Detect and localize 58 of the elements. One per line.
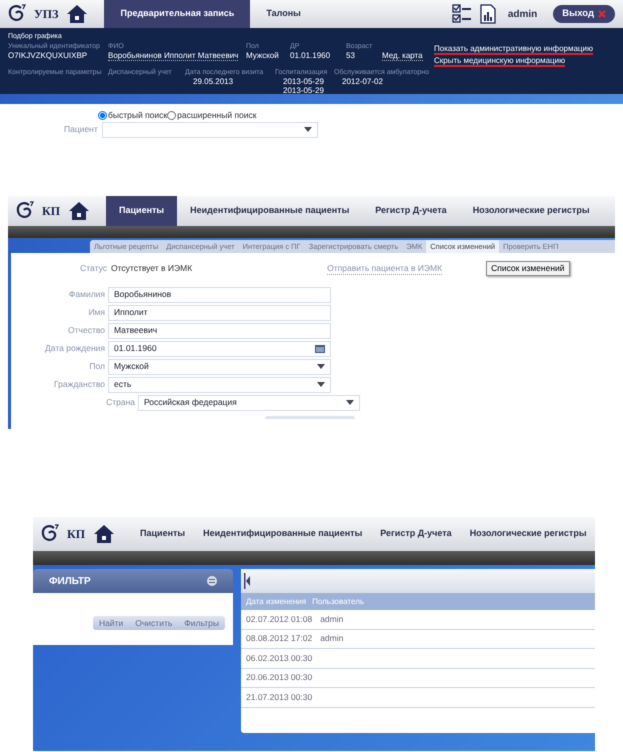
field-value: O7IKJVZKQUXUIXBP [8, 51, 88, 60]
logo-text: КП [67, 526, 86, 543]
nav-tab[interactable]: Нозологические регистры [460, 196, 603, 226]
nav-tab[interactable]: Неидентифицированные пациенты [177, 196, 362, 226]
field-label: Дата рождения [44, 342, 105, 356]
nav-tab[interactable]: Талоны [250, 0, 317, 28]
input-field[interactable]: Воробьянинов [108, 286, 331, 303]
field-value: 2012-07-02 [341, 77, 384, 86]
date-field[interactable]: 01.01.1960 [108, 340, 331, 357]
table-cell: 21.07.2013 00:30 [246, 690, 312, 704]
user-name: admin [508, 8, 538, 22]
nav-tab[interactable]: Нозологические регистры [460, 517, 596, 551]
table-cell: 08.08.2012 17:02 [246, 632, 312, 646]
field-label: Статус [79, 262, 107, 275]
field-label: Страна [105, 396, 135, 410]
field-label: Имя [87, 306, 105, 320]
info-link[interactable]: Мед. карта [382, 51, 423, 61]
table-cell: 06.02.2013 00:30 [246, 652, 312, 665]
nav-tab[interactable]: Регистр Д-учета [371, 517, 461, 551]
info-link[interactable]: Скрыть медицинскую информацию [434, 55, 566, 67]
field-label: Пол [88, 360, 105, 374]
table-cell: 20.06.2013 00:30 [246, 671, 312, 684]
radio-label[interactable]: быстрый поиск [108, 109, 168, 122]
nav-tab[interactable]: Неидентифицированные пациенты [194, 517, 372, 551]
select-field[interactable]: Российская федерация [138, 394, 360, 411]
nav-tab[interactable]: Пациенты [131, 517, 194, 551]
panel-title: ФИЛЬТР [49, 574, 91, 588]
table-cell: admin [320, 632, 344, 646]
nav-tab[interactable]: Предварительная запись [104, 0, 250, 28]
field-value: Мужской [246, 51, 280, 60]
changes-button[interactable]: Список изменений [486, 261, 570, 276]
radio-label[interactable]: расширенный поиск [177, 109, 257, 122]
info-link[interactable]: Показать административную информацию [434, 43, 593, 55]
filter-button[interactable]: Найти [93, 616, 130, 630]
table-cell: admin [320, 612, 344, 626]
table-cell: 02.07.2012 01:08 [246, 612, 312, 626]
input-field[interactable]: Матвеевич [108, 322, 331, 339]
field-label: Гражданство [53, 378, 105, 392]
field-value: 2013-05-29 [282, 77, 325, 86]
field-value: 2013-05-29 [282, 86, 325, 95]
logo-text: УПЗ [34, 6, 58, 23]
field-value: 01.01.1960 [290, 51, 332, 60]
field-value: 53 [346, 51, 356, 60]
logout-button[interactable]: Выход [553, 4, 615, 24]
nav-tab[interactable]: Пациенты [106, 196, 178, 226]
select-field[interactable]: есть [108, 376, 331, 393]
field-label: Пациент [64, 123, 98, 136]
select-field[interactable]: Мужской [108, 358, 331, 375]
field-label: Отчество [67, 324, 105, 338]
column-header: Пользователь [312, 596, 364, 608]
info-link[interactable]: Воробьянинов Ипполит Матвеевич [108, 51, 238, 61]
nav-tab[interactable]: Регистр Д-учета [362, 196, 460, 226]
input-field[interactable]: Ипполит [108, 304, 331, 321]
logo-text: КП [42, 203, 60, 220]
status-text: Отсутствует в ИЭМК [111, 262, 192, 275]
field-value: 29.05.2013 [192, 77, 234, 86]
field-label: Фамилия [68, 288, 105, 302]
column-header: Дата изменения [246, 596, 306, 608]
